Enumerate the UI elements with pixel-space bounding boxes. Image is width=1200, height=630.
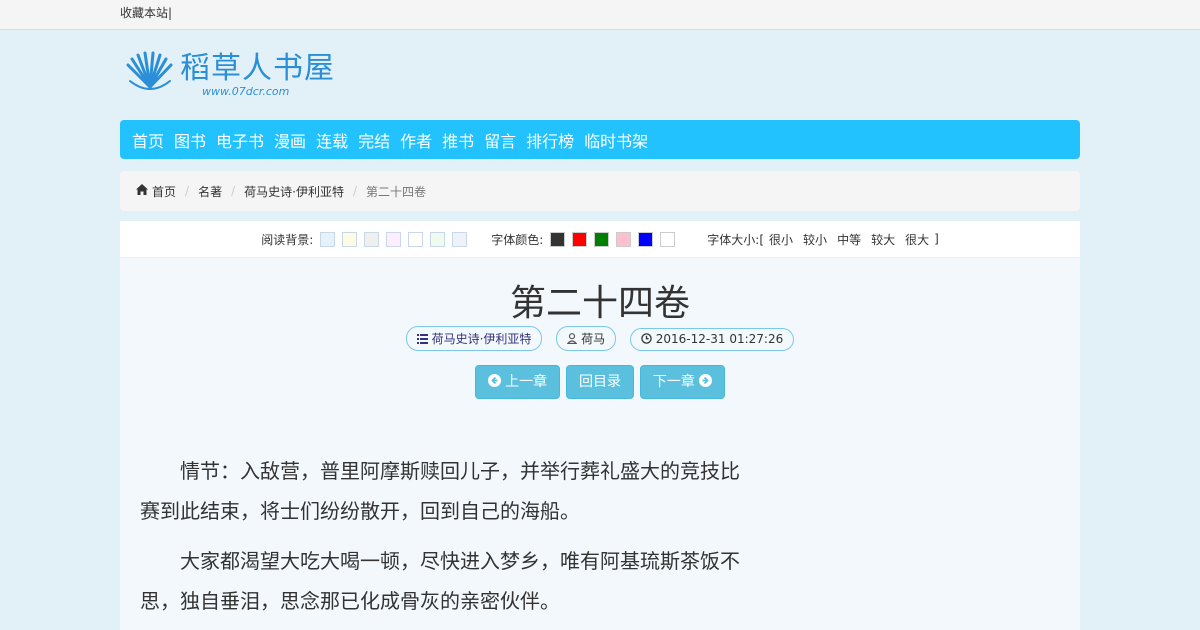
bg-color-swatch[interactable] [386,231,402,247]
nav-item[interactable]: 电子书 [216,128,264,152]
font-color-swatch[interactable] [616,231,632,247]
author-link[interactable]: 荷马 [581,332,605,346]
font-color-group: 字体颜色: [491,231,676,248]
font-size-option[interactable]: 较大 [871,233,895,247]
prev-chapter-label: 上一章 [505,374,548,390]
logo-name: 稻草人书屋 [180,51,335,86]
user-icon [566,333,578,347]
chapter-paragraph: 大家都渴望大吃大喝一顿，尽快进入梦乡，唯有阿基琉斯茶饭不思，独自垂泪，思念那已化… [140,549,740,613]
book-badge[interactable]: 荷马史诗·伊利亚特 [405,326,543,351]
nav-item[interactable]: 推书 [442,128,474,152]
chapter-nav: 上一章 回目录 下一章 [120,365,1080,399]
bg-swatches [313,231,468,247]
font-size-option[interactable]: 很大 [905,233,929,247]
bg-color-swatch[interactable] [364,231,380,247]
toc-label: 回目录 [579,374,621,390]
breadcrumb-home[interactable]: 首页 [152,183,176,200]
logo-text-wrap: 稻草人书屋 www.07dcr.com [180,52,335,98]
date-badge: 2016-12-31 01:27:26 [629,328,795,351]
bg-color-group: 阅读背景: [261,231,468,248]
breadcrumb-book[interactable]: 荷马史诗·伊利亚特 [244,183,344,200]
breadcrumb: 首页 / 名著 / 荷马史诗·伊利亚特 / 第二十四卷 [120,171,1080,211]
breadcrumb-separator: / [231,184,236,198]
font-color-swatch[interactable] [550,231,566,247]
nav-item[interactable]: 临时书架 [584,128,648,152]
font-color-swatch[interactable] [660,231,676,247]
bg-color-swatch[interactable] [408,231,424,247]
nav-item[interactable]: 排行榜 [526,128,574,152]
nav-item[interactable]: 连载 [316,128,348,152]
nav-item[interactable]: 留言 [484,128,516,152]
next-chapter-button[interactable]: 下一章 [639,365,726,399]
font-size-label: 字体大小:[ [707,232,765,247]
breadcrumb-current: 第二十四卷 [366,184,427,199]
logo-url: www.07dcr.com [202,85,290,98]
font-color-swatch[interactable] [572,231,588,247]
chapter-paragraph: 情节：入敌营，普里阿摩斯赎回儿子，并举行葬礼盛大的竞技比赛到此结束，将士们纷纷散… [140,459,740,523]
font-size-options: 很小 较小 中等 较大 很大 [764,231,934,248]
next-chapter-label: 下一章 [652,374,695,390]
chapter-title: 第二十四卷 [509,283,690,324]
font-color-label: 字体颜色: [491,232,544,247]
font-size-group: 字体大小:[ 很小 较小 中等 较大 很大 ] [707,231,939,248]
chapter-text: 情节：入敌营，普里阿摩斯赎回儿子，并举行葬礼盛大的竞技比赛到此结束，将士们纷纷散… [120,399,760,621]
clock-icon [641,333,652,347]
main-nav: 首页 图书 电子书 漫画 连载 完结 作者 推书 留言 排行榜 临时书架 [120,120,1080,159]
top-bar: 收藏本站| [0,0,1200,30]
bg-color-swatch[interactable] [342,231,358,247]
nav-item[interactable]: 首页 [132,128,164,152]
breadcrumb-separator: / [185,184,190,198]
arrow-left-circle-icon [487,367,501,399]
reading-toolbar: 阅读背景: 字体颜色: 字体大小:[ 很小 较小 中等 较大 很大 ] [120,221,1080,258]
arrow-right-circle-icon [699,367,713,399]
font-size-option[interactable]: 很小 [769,233,793,247]
nav-item[interactable]: 漫画 [274,128,306,152]
nav-item[interactable]: 作者 [400,128,432,152]
home-icon [136,184,148,198]
chapter-content: 第二十四卷 荷马史诗·伊利亚特 荷马 2016-12-31 01:27:26 上… [120,258,1080,630]
bookmark-link[interactable]: 收藏本站| [120,6,172,20]
font-size-option[interactable]: 中等 [837,233,861,247]
breadcrumb-category[interactable]: 名著 [198,183,222,200]
font-color-swatch[interactable] [594,231,610,247]
date-text: 2016-12-31 01:27:26 [655,332,784,346]
bg-color-swatch[interactable] [452,231,468,247]
nav-item[interactable]: 图书 [174,128,206,152]
font-size-end: ] [934,232,939,246]
font-size-option[interactable]: 较小 [803,233,827,247]
author-badge[interactable]: 荷马 [556,326,617,351]
nav-item[interactable]: 完结 [358,128,390,152]
chapter-meta: 荷马史诗·伊利亚特 荷马 2016-12-31 01:27:26 [120,326,1080,351]
toc-button[interactable]: 回目录 [566,365,634,399]
bg-color-swatch[interactable] [320,231,336,247]
bg-label: 阅读背景: [261,232,314,247]
list-icon [416,333,428,347]
bg-color-swatch[interactable] [430,231,446,247]
font-color-swatch[interactable] [638,231,654,247]
prev-chapter-button[interactable]: 上一章 [474,365,561,399]
font-color-swatches [543,231,676,247]
book-link[interactable]: 荷马史诗·伊利亚特 [432,332,532,346]
breadcrumb-separator: / [352,184,357,198]
